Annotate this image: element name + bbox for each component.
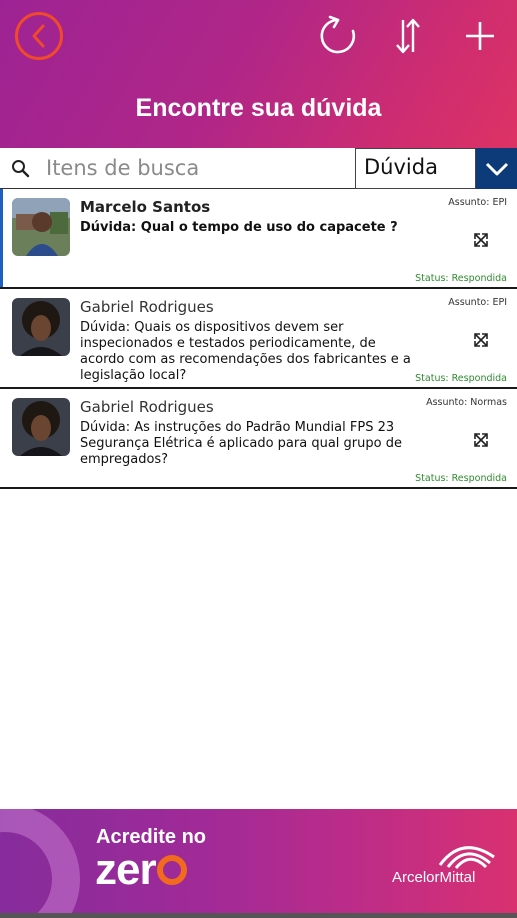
status-label: Status: Respondida <box>415 373 507 384</box>
status-label: Status: Respondida <box>415 273 507 284</box>
chevron-left-icon <box>32 24 45 48</box>
search-input[interactable] <box>46 151 346 185</box>
subject-label: Assunto: EPI <box>448 297 507 308</box>
question-list: Marcelo Santos Dúvida: Qual o tempo de u… <box>0 189 517 489</box>
expand-icon[interactable] <box>472 231 490 249</box>
question-text: Dúvida: Qual o tempo de uso do capacete … <box>80 220 398 235</box>
search-icon <box>12 160 30 178</box>
zero-o-ring <box>156 855 187 885</box>
decorative-ring <box>0 809 80 918</box>
refresh-icon[interactable] <box>316 14 360 58</box>
filter-select[interactable]: Dúvida <box>355 148 476 189</box>
arcelormittal-logo-icon <box>438 846 495 869</box>
tagline-zero: zer <box>95 845 187 895</box>
app-header: Encontre sua dúvida <box>0 0 517 148</box>
author-name: Marcelo Santos <box>80 198 211 216</box>
brand-name: ArcelorMittal <box>392 869 476 886</box>
question-card[interactable]: Marcelo Santos Dúvida: Qual o tempo de u… <box>0 189 517 289</box>
avatar <box>12 198 70 256</box>
question-card[interactable]: Gabriel Rodrigues Dúvida: Quais os dispo… <box>0 289 517 389</box>
tagline-zero-text: zer <box>95 845 157 894</box>
chevron-down-icon <box>485 162 508 175</box>
footer-banner: Acredite no zer ArcelorMittal <box>0 809 517 918</box>
expand-icon[interactable] <box>472 431 490 449</box>
filter-dropdown-button[interactable] <box>476 148 517 189</box>
subject-label: Assunto: Normas <box>426 397 507 408</box>
subject-label: Assunto: EPI <box>448 197 507 208</box>
avatar <box>12 398 70 456</box>
avatar <box>12 298 70 356</box>
sort-arrows-icon[interactable] <box>386 14 430 58</box>
plus-icon[interactable] <box>458 14 502 58</box>
bottom-divider <box>0 913 517 918</box>
expand-icon[interactable] <box>472 331 490 349</box>
author-name: Gabriel Rodrigues <box>80 298 214 316</box>
question-text: Dúvida: Quais os dispositivos devem ser … <box>80 320 411 383</box>
question-text: Dúvida: As instruções do Padrão Mundial … <box>80 420 402 467</box>
question-card[interactable]: Gabriel Rodrigues Dúvida: As instruções … <box>0 389 517 489</box>
author-name: Gabriel Rodrigues <box>80 398 214 416</box>
page-title: Encontre sua dúvida <box>135 94 382 122</box>
back-button[interactable] <box>15 12 63 60</box>
status-label: Status: Respondida <box>415 473 507 484</box>
